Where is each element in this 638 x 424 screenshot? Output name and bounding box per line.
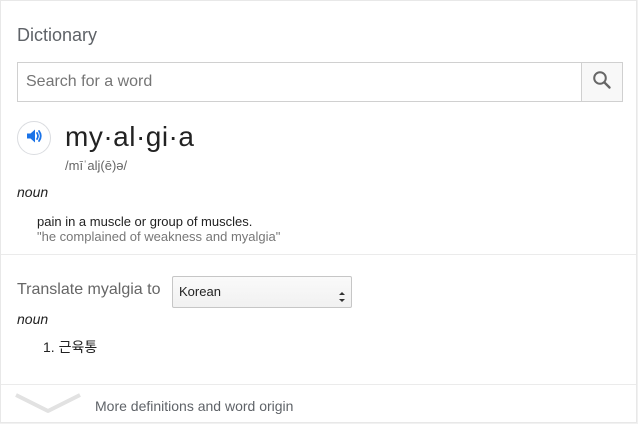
part-of-speech: noun xyxy=(17,184,49,200)
search-icon xyxy=(592,70,612,95)
translation-item: 1. 근육통 xyxy=(43,339,98,355)
select-arrows-icon xyxy=(338,285,346,315)
footer-divider xyxy=(1,384,636,385)
headword: my·al·gi·a xyxy=(65,121,195,152)
language-select-value: Korean xyxy=(179,284,221,299)
expand-chevron-icon[interactable] xyxy=(15,392,81,419)
dictionary-card: Dictionary my·al·gi·a /mīˈalj(ē)ə/ noun … xyxy=(0,0,637,423)
search-input[interactable] xyxy=(18,63,582,101)
speaker-icon xyxy=(24,126,44,151)
language-select[interactable]: Korean xyxy=(172,276,352,308)
pronounce-button[interactable] xyxy=(17,121,51,155)
section-divider xyxy=(1,254,636,255)
more-definitions-link[interactable]: More definitions and word origin xyxy=(95,398,293,414)
search-button[interactable] xyxy=(581,63,622,101)
translate-label: Translate myalgia to xyxy=(17,281,161,298)
search-box xyxy=(17,62,623,102)
phonetic-spelling: /mīˈalj(ē)ə/ xyxy=(65,158,128,173)
translation-part-of-speech: noun xyxy=(17,311,49,327)
definition-text: pain in a muscle or group of muscles. xyxy=(37,214,253,229)
example-sentence: "he complained of weakness and myalgia" xyxy=(37,229,281,244)
card-title: Dictionary xyxy=(17,25,98,45)
